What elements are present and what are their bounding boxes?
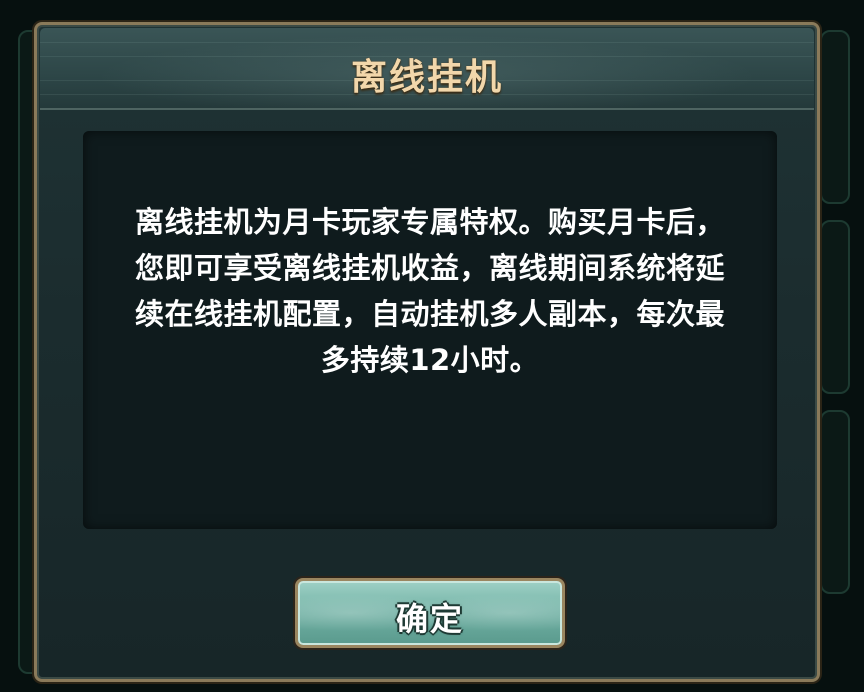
title-bar-decoration [40,42,814,43]
message-line: 离线挂机为月卡玩家专属特权。购买月卡后， [134,205,725,239]
message-line: 您即可享受离线挂机收益，离线期间系统将延 [134,251,725,285]
dialog-title-bar: 离线挂机 [40,28,814,110]
background-frame-right [820,410,850,594]
confirm-button-label: 确定 [395,600,464,638]
background-frame-right [820,30,850,204]
message-line: 续在线挂机配置，自动挂机多人副本，每次最 [134,297,725,331]
message-text: 离线挂机为月卡玩家专属特权。购买月卡后， 您即可享受离线挂机收益，离线期间系统将… [83,199,777,383]
message-panel: 离线挂机为月卡玩家专属特权。购买月卡后， 您即可享受离线挂机收益，离线期间系统将… [83,131,777,529]
offline-idle-dialog: 离线挂机 离线挂机为月卡玩家专属特权。购买月卡后， 您即可享受离线挂机收益，离线… [34,22,820,682]
confirm-button[interactable]: 确定 [295,578,565,648]
dialog-title: 离线挂机 [350,57,503,98]
message-line: 多持续12小时。 [320,343,540,377]
background-frame-right [820,220,850,394]
